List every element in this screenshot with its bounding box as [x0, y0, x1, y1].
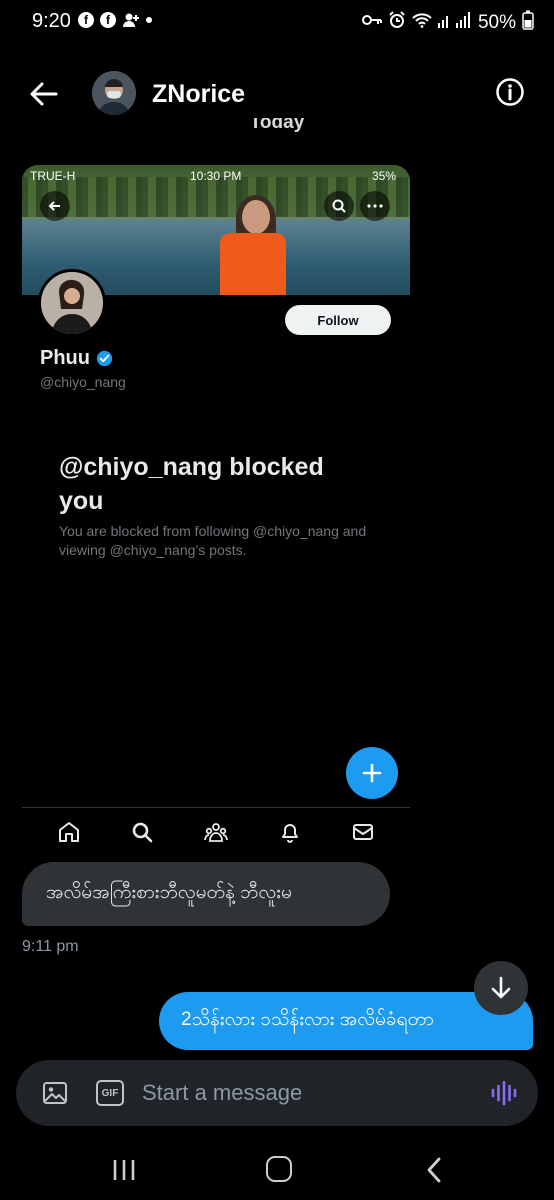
profile-avatar	[38, 269, 106, 337]
avatar[interactable]	[92, 71, 136, 115]
arrow-down-icon	[491, 976, 511, 999]
facebook-icon: f	[78, 12, 94, 28]
image-button[interactable]	[42, 1080, 68, 1106]
communities-icon	[204, 822, 228, 842]
mail-icon	[353, 823, 374, 840]
status-bar: 9:20 f f 50%	[0, 0, 554, 44]
profile-name: Phuu	[40, 347, 113, 370]
battery-percent: 50%	[477, 11, 516, 33]
inner-time: 10:30 PM	[190, 169, 242, 183]
voice-message-button[interactable]	[490, 1078, 518, 1108]
inner-back-icon	[40, 191, 70, 221]
blocked-title: @chiyo_nang blocked you	[59, 453, 324, 515]
gif-button[interactable]: GIF	[96, 1080, 124, 1106]
alarm-icon	[388, 11, 406, 34]
inner-battery: 35%	[371, 169, 396, 183]
message-incoming[interactable]: အလိမ်အကြီးစားဘီလူမတ်နဲ့ ဘီလူးမ	[22, 862, 390, 926]
profile-handle: @chiyo_nang	[40, 374, 126, 390]
wifi-icon	[412, 12, 432, 33]
conversation-title[interactable]: ZNorice	[152, 80, 245, 109]
conversation-header: ZNorice	[0, 60, 554, 124]
inner-tab-bar	[22, 807, 410, 855]
blocked-description: You are blocked from following @chiyo_na…	[59, 523, 367, 558]
person-add-icon	[122, 12, 140, 28]
system-back-button[interactable]	[424, 1156, 444, 1184]
signal-icon	[437, 12, 472, 33]
inner-search-icon	[324, 191, 354, 221]
voice-waveform-icon	[491, 1080, 517, 1106]
recents-icon	[113, 1160, 135, 1180]
shared-image[interactable]: TRUE-H 10:30 PM 35% Follow Phuu @chiyo_n…	[22, 165, 410, 855]
facebook-icon: f	[100, 12, 116, 28]
bell-icon	[281, 823, 298, 843]
inner-more-icon	[360, 191, 390, 221]
arrow-left-icon	[30, 82, 58, 106]
message-input[interactable]	[142, 1076, 472, 1110]
battery-icon	[522, 10, 534, 35]
search-icon	[133, 822, 153, 842]
follow-button: Follow	[285, 305, 391, 335]
back-button[interactable]	[26, 76, 62, 112]
scroll-to-bottom-button[interactable]	[474, 961, 528, 1015]
info-icon	[496, 78, 524, 106]
system-navigation-bar	[0, 1140, 554, 1200]
inner-carrier: TRUE-H	[30, 169, 76, 183]
date-separator: Today	[249, 118, 305, 133]
verified-badge-icon	[96, 350, 113, 367]
info-button[interactable]	[494, 76, 526, 108]
status-icons: 50%	[361, 10, 534, 35]
key-icon	[361, 13, 382, 32]
notification-icons: f f	[78, 12, 152, 28]
dot-icon	[146, 17, 152, 23]
message-timestamp: 9:11 pm	[22, 938, 79, 955]
inner-status-bar: TRUE-H 10:30 PM 35%	[22, 165, 410, 187]
recents-button[interactable]	[111, 1158, 137, 1182]
home-icon	[58, 821, 79, 842]
image-icon	[43, 1082, 67, 1104]
message-composer: GIF	[16, 1060, 538, 1126]
chevron-left-icon	[427, 1157, 441, 1183]
status-time: 9:20	[32, 10, 71, 32]
home-button[interactable]	[266, 1156, 292, 1182]
compose-fab-icon	[346, 747, 398, 799]
